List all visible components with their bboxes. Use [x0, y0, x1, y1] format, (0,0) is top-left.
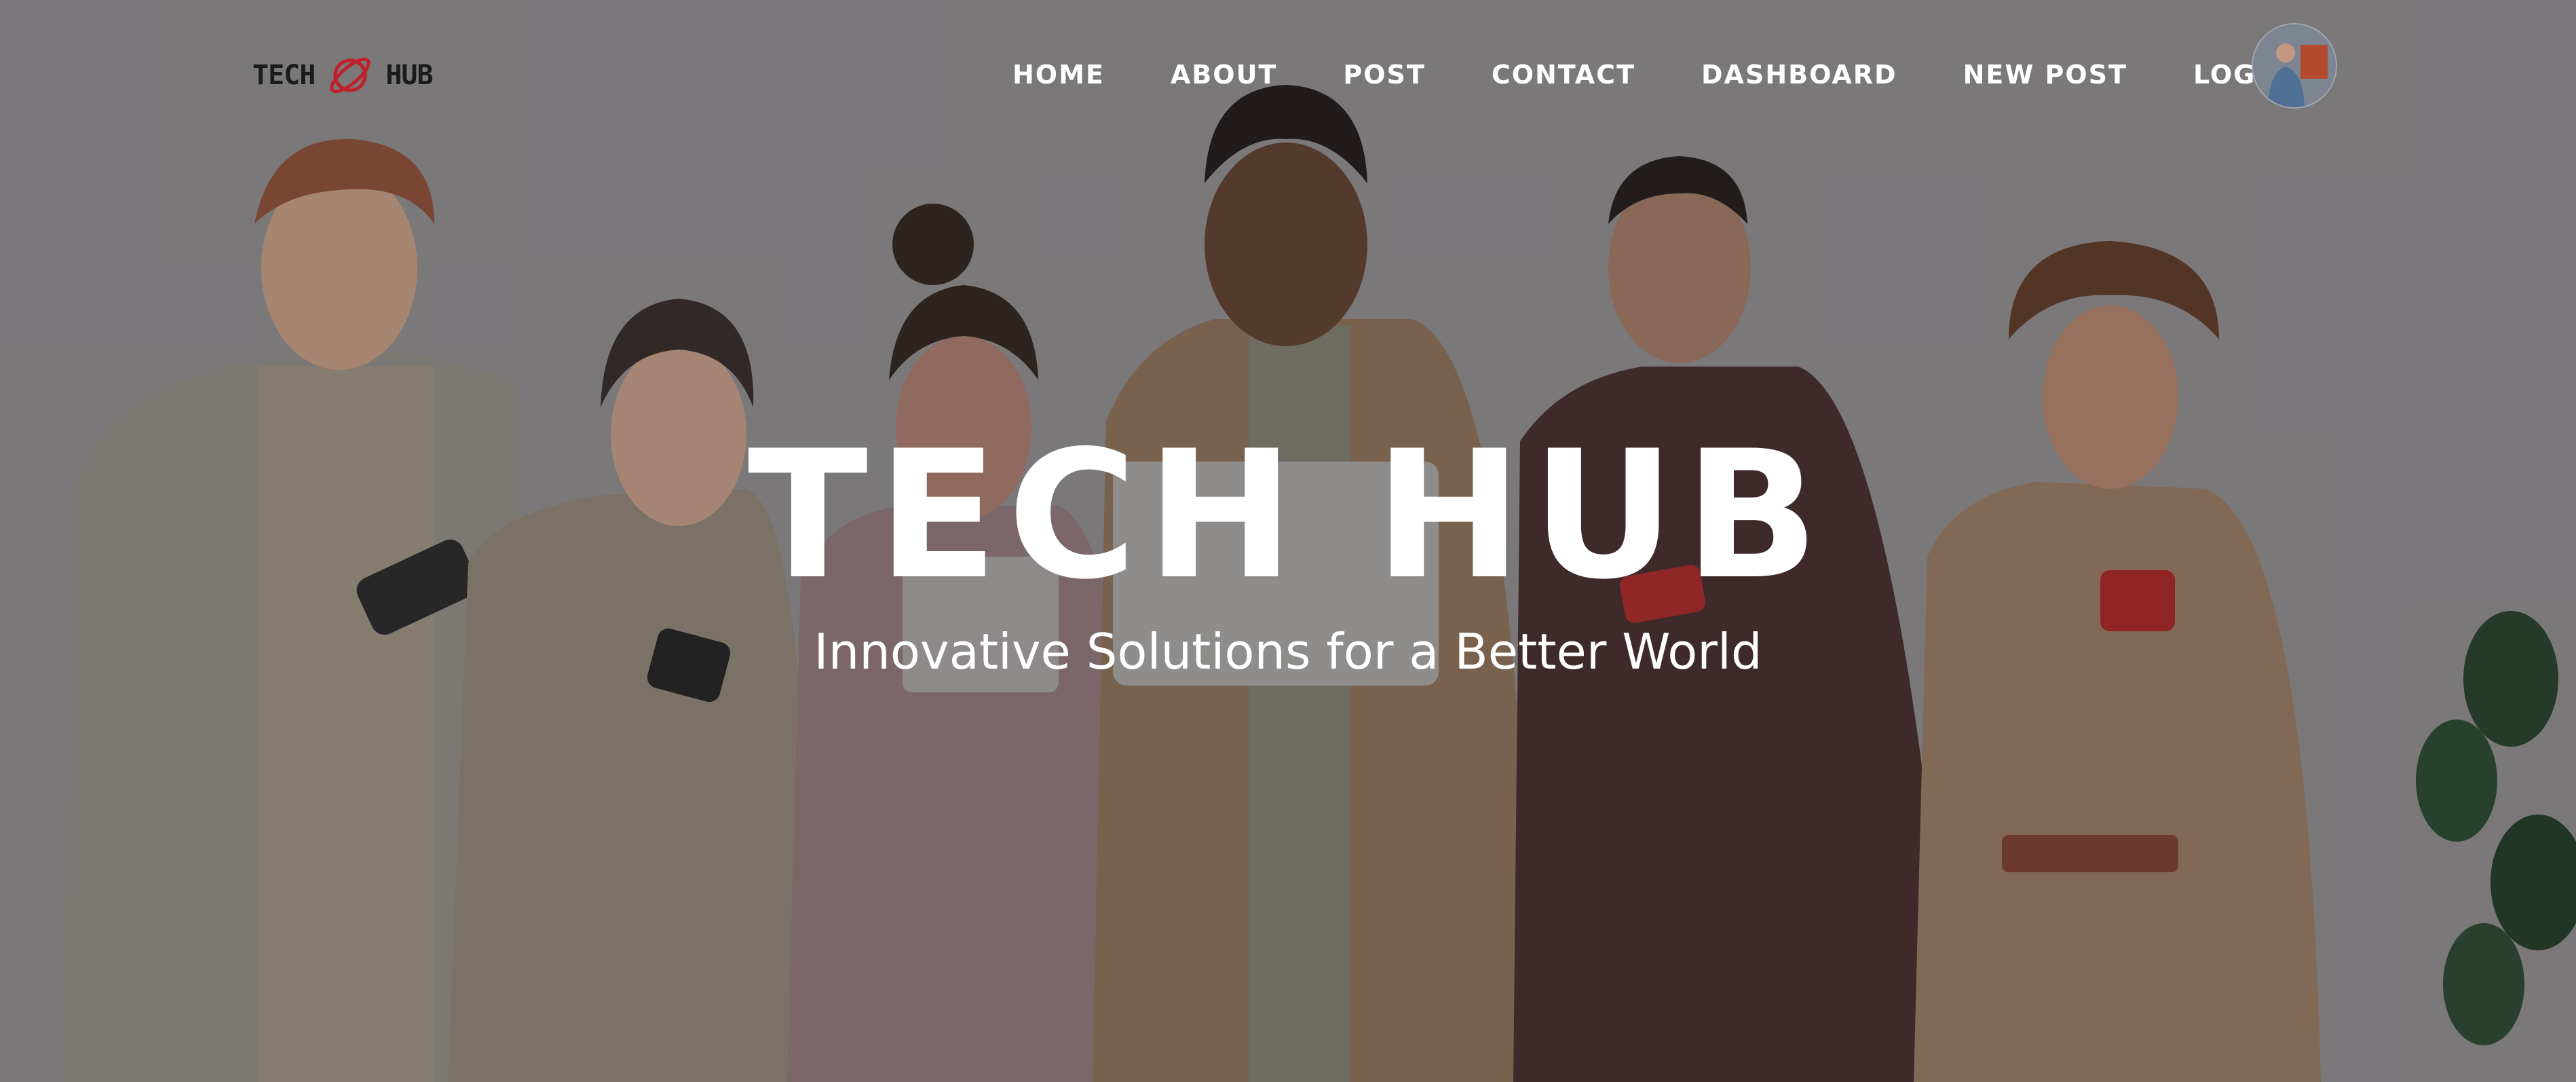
planet-icon — [330, 57, 371, 94]
hero-section: TECH HUB HOME ABOUT POST CONTACT DASHBOA… — [0, 0, 2576, 1082]
hero-subtitle: Innovative Solutions for a Better World — [814, 623, 1762, 680]
top-navbar: TECH HUB HOME ABOUT POST CONTACT DASHBOA… — [0, 0, 2576, 149]
nav-link-post[interactable]: POST — [1343, 60, 1425, 90]
site-logo[interactable]: TECH HUB — [252, 50, 434, 100]
nav-link-home[interactable]: HOME — [1012, 60, 1105, 90]
avatar-icon — [2253, 24, 2336, 107]
hero-title: TECH HUB — [747, 413, 1829, 618]
logo-text-left: TECH — [252, 60, 316, 91]
user-avatar[interactable] — [2252, 23, 2337, 109]
nav-link-new-post[interactable]: NEW POST — [1963, 60, 2127, 90]
nav-link-about[interactable]: ABOUT — [1171, 60, 1277, 90]
nav-link-dashboard[interactable]: DASHBOARD — [1701, 60, 1897, 90]
main-navigation: HOME ABOUT POST CONTACT DASHBOARD NEW PO… — [1012, 54, 2320, 95]
logo-text-right: HUB — [385, 60, 433, 91]
nav-link-contact[interactable]: CONTACT — [1492, 60, 1635, 90]
